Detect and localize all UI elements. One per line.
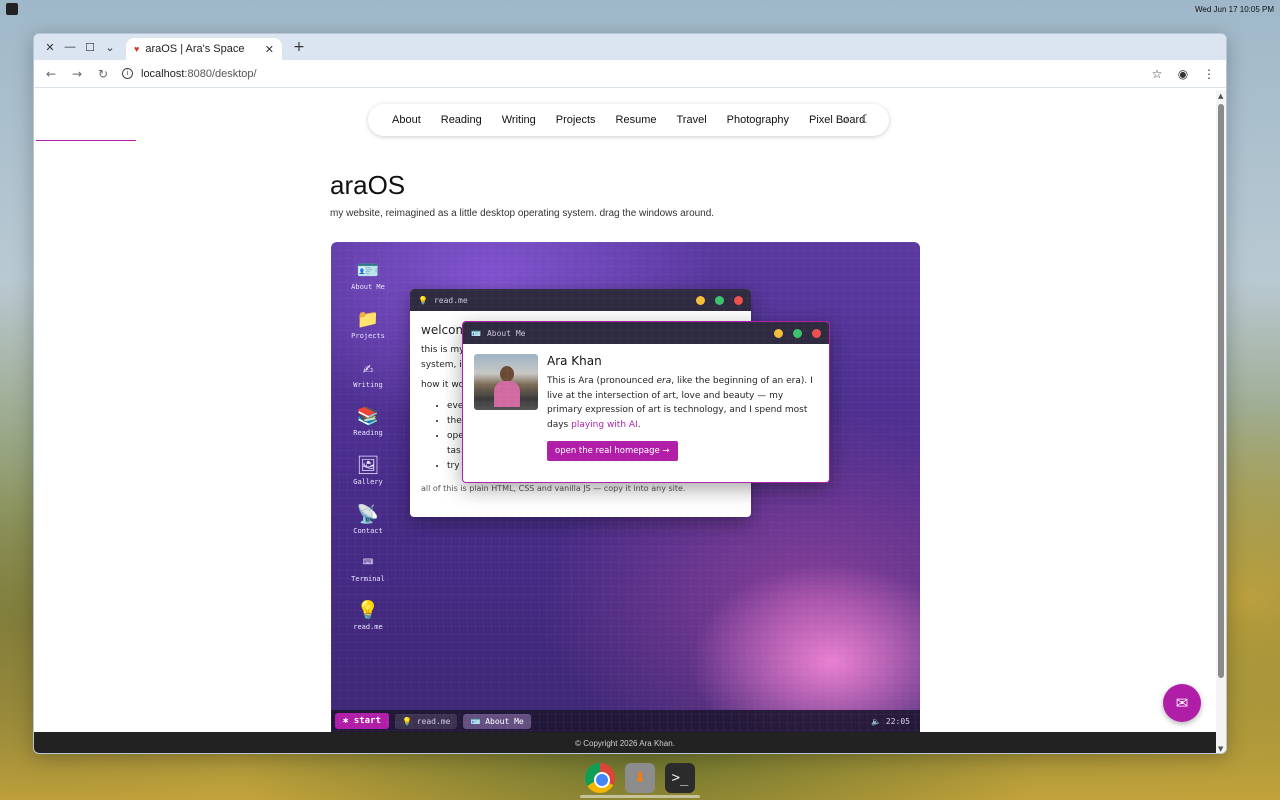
address-bar: ← → ↻ i localhost:8080/desktop/ ☆ ◉ ⋮: [34, 60, 1226, 88]
avatar: [474, 354, 538, 410]
about-me-body: Ara Khan This is Ara (pronounced era, li…: [463, 344, 829, 471]
satellite-icon: 📡: [356, 504, 380, 525]
close-dot-icon[interactable]: [812, 328, 821, 338]
os-taskbar: ✱ start 💡 read.me 🪪 About Me 🔈 22:05: [331, 710, 920, 732]
system-top-bar: Wed Jun 17 10:05 PM: [0, 0, 1280, 18]
heart-favicon-icon: ♥: [134, 44, 140, 54]
page-title: araOS: [330, 170, 406, 200]
system-logo-icon[interactable]: [6, 3, 18, 15]
maximize-dot-icon[interactable]: [793, 328, 802, 338]
desktop-icon-about-me[interactable]: 🪪 About Me: [339, 260, 397, 291]
nav-writing[interactable]: Writing: [492, 114, 546, 126]
scrollbar-thumb[interactable]: [1218, 104, 1224, 678]
site-footer: © Copyright 2026 Ara Khan.: [34, 732, 1216, 753]
reload-icon[interactable]: ↻: [92, 63, 114, 85]
picture-icon: 🖼: [356, 455, 380, 476]
envelope-icon: ✉: [1175, 694, 1189, 712]
keyboard-icon: ⌨: [362, 552, 374, 573]
system-dock: ⬇ >_: [578, 758, 702, 798]
playing-with-ai-link[interactable]: playing with AI: [571, 420, 638, 430]
araos-desktop: 🪪 About Me 📁 Projects ✍ Writing 📚 Readin…: [331, 242, 920, 732]
about-name: Ara Khan: [547, 354, 602, 368]
url-field[interactable]: i localhost:8080/desktop/: [118, 63, 1142, 85]
scroll-down-icon[interactable]: ▼: [1218, 745, 1223, 753]
desktop-icon-contact[interactable]: 📡 Contact: [339, 504, 397, 535]
desktop-icon-projects[interactable]: 📁 Projects: [339, 309, 397, 340]
volume-icon[interactable]: 🔈: [871, 717, 881, 726]
desktop-icon-writing[interactable]: ✍ Writing: [339, 358, 397, 389]
open-homepage-button[interactable]: open the real homepage →: [547, 441, 678, 462]
desktop-icon-readme[interactable]: 💡 read.me: [339, 600, 397, 631]
bookmark-star-icon[interactable]: ☆: [1146, 63, 1168, 85]
taskbar-item-about-me[interactable]: 🪪 About Me: [463, 713, 531, 729]
start-button[interactable]: ✱ start: [335, 713, 389, 729]
maximize-window-icon[interactable]: ☐: [80, 37, 100, 57]
terminal-app-icon[interactable]: >_: [665, 763, 695, 793]
lightbulb-icon: 💡: [418, 295, 428, 305]
dock-indicator: [580, 795, 700, 798]
mail-fab-button[interactable]: ✉: [1163, 684, 1201, 722]
nav-travel[interactable]: Travel: [666, 114, 716, 126]
readme-titlebar[interactable]: 💡 read.me: [410, 289, 751, 311]
nav-projects[interactable]: Projects: [546, 114, 606, 126]
lightbulb-icon: 💡: [356, 600, 380, 621]
taskbar-clock: 🔈 22:05: [871, 716, 910, 726]
maximize-dot-icon[interactable]: [715, 295, 724, 305]
nav-resume[interactable]: Resume: [606, 114, 667, 126]
tab-bar: ✕ — ☐ ⌄ ♥ araOS | Ara's Space ✕ +: [34, 34, 1226, 60]
search-icon[interactable]: ⌕: [842, 112, 849, 127]
nav-tools: ⌕ ☾: [842, 112, 872, 127]
system-clock[interactable]: Wed Jun 17 10:05 PM: [1195, 5, 1274, 14]
tab-title: araOS | Ara's Space: [145, 43, 245, 55]
tab-active[interactable]: ♥ araOS | Ara's Space ✕: [126, 38, 282, 60]
profile-icon[interactable]: ◉: [1172, 63, 1194, 85]
installer-app-icon[interactable]: ⬇: [625, 763, 655, 793]
close-tab-icon[interactable]: ✕: [265, 43, 274, 56]
close-dot-icon[interactable]: [734, 295, 743, 305]
writing-hand-icon: ✍: [362, 358, 374, 379]
about-me-window[interactable]: 🪪 About Me Ara Khan This is Ara (pronoun…: [462, 321, 830, 483]
tab-search-icon[interactable]: ⌄: [100, 37, 120, 57]
scroll-progress-bar: [36, 140, 136, 141]
minimize-dot-icon[interactable]: [696, 295, 705, 305]
scroll-up-icon[interactable]: ▲: [1218, 92, 1223, 100]
books-icon: 📚: [356, 406, 380, 427]
minimize-dot-icon[interactable]: [774, 328, 783, 338]
minimize-window-icon[interactable]: —: [60, 37, 80, 57]
site-info-icon[interactable]: i: [122, 68, 133, 79]
about-text: This is Ara (pronounced era, like the be…: [547, 376, 813, 430]
desktop-icon-gallery[interactable]: 🖼 Gallery: [339, 455, 397, 486]
desktop-icon-terminal[interactable]: ⌨ Terminal: [339, 552, 397, 583]
nav-reading[interactable]: Reading: [431, 114, 492, 126]
folder-icon: 📁: [356, 309, 380, 330]
nav-photography[interactable]: Photography: [717, 114, 799, 126]
desktop-icon-reading[interactable]: 📚 Reading: [339, 406, 397, 437]
chrome-app-icon[interactable]: [585, 763, 615, 793]
menu-kebab-icon[interactable]: ⋮: [1198, 63, 1220, 85]
back-icon[interactable]: ←: [40, 63, 62, 85]
forward-icon[interactable]: →: [66, 63, 88, 85]
id-card-icon: 🪪: [471, 328, 481, 338]
theme-toggle-icon[interactable]: ☾: [861, 112, 872, 127]
browser-window: ✕ — ☐ ⌄ ♥ araOS | Ara's Space ✕ + ← → ↻ …: [33, 33, 1227, 754]
about-me-titlebar[interactable]: 🪪 About Me: [463, 322, 829, 344]
new-tab-icon[interactable]: +: [288, 39, 310, 55]
page-viewport: About Reading Writing Projects Resume Tr…: [34, 90, 1226, 753]
id-card-icon: 🪪: [356, 260, 380, 281]
close-window-icon[interactable]: ✕: [40, 37, 60, 57]
readme-footnote: all of this is plain HTML, CSS and vanil…: [421, 483, 686, 493]
taskbar-item-readme[interactable]: 💡 read.me: [394, 713, 458, 729]
page-scrollbar[interactable]: ▲ ▼: [1216, 90, 1226, 753]
site-nav: About Reading Writing Projects Resume Tr…: [368, 104, 890, 136]
page-subtitle: my website, reimagined as a little deskt…: [330, 208, 715, 219]
nav-about[interactable]: About: [382, 114, 431, 126]
